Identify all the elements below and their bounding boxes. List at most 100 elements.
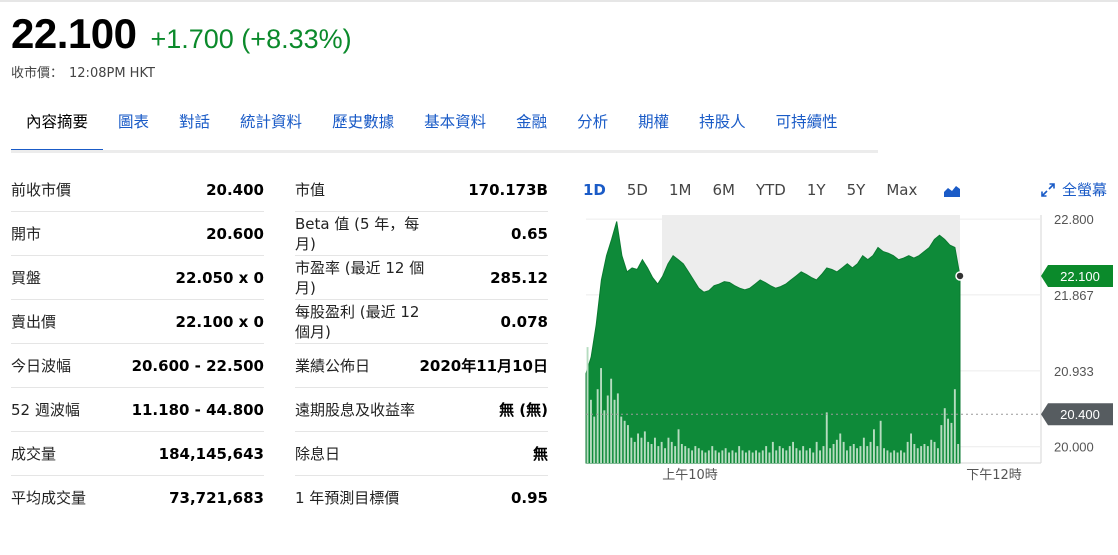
volume-bar bbox=[778, 446, 781, 463]
volume-bar bbox=[758, 452, 761, 463]
volume-bar bbox=[782, 448, 784, 463]
range-6m[interactable]: 6M bbox=[712, 181, 735, 199]
tab-chart[interactable]: 圖表 bbox=[103, 100, 164, 152]
volume-bar bbox=[819, 450, 821, 463]
stat-value: 170.173B bbox=[468, 180, 548, 199]
y-tick-label: 20.000 bbox=[1054, 440, 1094, 455]
volume-bar bbox=[711, 446, 714, 463]
stat-row: 前收市價 20.400 bbox=[11, 168, 264, 212]
stat-row: 今日波幅 20.600 - 22.500 bbox=[11, 344, 264, 388]
volume-bar bbox=[643, 431, 646, 463]
stat-value: 184,145,643 bbox=[158, 444, 264, 463]
volume-bar bbox=[920, 446, 923, 463]
volume-bar bbox=[657, 446, 660, 463]
volume-bar bbox=[596, 389, 599, 463]
y-tick-label: 21.867 bbox=[1054, 288, 1094, 303]
stat-value: 22.100 x 0 bbox=[175, 312, 264, 331]
stat-row: 1 年預測目標價 0.95 bbox=[295, 476, 548, 520]
range-1y[interactable]: 1Y bbox=[807, 181, 826, 199]
tab-analysis[interactable]: 分析 bbox=[562, 100, 623, 152]
stat-value: 73,721,683 bbox=[169, 489, 264, 507]
last-price-dot bbox=[955, 271, 965, 281]
tab-conversations[interactable]: 對話 bbox=[164, 100, 225, 152]
stat-row: 市值 170.173B bbox=[295, 168, 548, 212]
volume-bar bbox=[802, 446, 805, 463]
volume-bar bbox=[745, 452, 747, 463]
fullscreen-label: 全螢幕 bbox=[1062, 181, 1108, 199]
tab-historical-data[interactable]: 歷史數據 bbox=[317, 100, 409, 152]
volume-bar bbox=[869, 441, 872, 463]
stat-row: 賣出價 22.100 x 0 bbox=[11, 300, 264, 344]
range-1m[interactable]: 1M bbox=[669, 181, 692, 199]
mountain-chart-icon[interactable] bbox=[943, 183, 961, 197]
volume-bar bbox=[883, 448, 885, 463]
volume-bar bbox=[738, 446, 741, 463]
volume-bar bbox=[957, 444, 960, 463]
stats-table-left: 前收市價 20.400 開市 20.600 買盤 22.050 x 0 賣出價 22.1… bbox=[11, 168, 264, 520]
stat-label: 成交量 bbox=[11, 444, 57, 463]
volume-bar bbox=[721, 450, 724, 463]
volume-bar bbox=[785, 450, 788, 463]
volume-bar bbox=[771, 441, 774, 463]
volume-bar bbox=[910, 433, 912, 463]
stat-row: 成交量 184,145,643 bbox=[11, 432, 264, 476]
volume-bar bbox=[613, 399, 616, 463]
volume-bar bbox=[825, 412, 828, 463]
volume-bar bbox=[896, 452, 899, 463]
stat-value: 無 (無) bbox=[499, 401, 548, 419]
volume-bar bbox=[839, 433, 842, 463]
stat-label: 遠期股息及收益率 bbox=[295, 400, 416, 419]
tab-options[interactable]: 期權 bbox=[623, 100, 684, 152]
stat-value: 無 bbox=[532, 445, 548, 463]
volume-bar bbox=[707, 450, 710, 463]
volume-bar bbox=[630, 437, 633, 463]
volume-bar bbox=[600, 368, 602, 463]
stat-row: 遠期股息及收益率 無 (無) bbox=[295, 388, 548, 432]
volume-bar bbox=[842, 441, 845, 463]
range-max[interactable]: Max bbox=[886, 181, 917, 199]
tab-summary[interactable]: 內容摘要 bbox=[11, 100, 104, 152]
volume-bar bbox=[606, 395, 609, 463]
y-tick-label: 22.800 bbox=[1054, 212, 1094, 227]
volume-bar bbox=[835, 439, 838, 463]
x-tick-label: 上午10時 bbox=[662, 468, 718, 483]
stat-label: 今日波幅 bbox=[11, 356, 72, 375]
volume-bar bbox=[856, 448, 858, 463]
stat-row: 除息日 無 bbox=[295, 432, 548, 476]
stat-label: 前收市價 bbox=[11, 180, 72, 199]
volume-bar bbox=[859, 446, 862, 463]
volume-bar bbox=[593, 416, 596, 463]
stat-value: 20.600 - 22.500 bbox=[131, 356, 264, 375]
tab-holders[interactable]: 持股人 bbox=[684, 100, 761, 152]
stat-row: 每股盈利 (最近 12 個月) 0.078 bbox=[295, 300, 548, 344]
stat-label: 52 週波幅 bbox=[11, 400, 80, 419]
stat-label: 買盤 bbox=[11, 268, 42, 287]
stat-row: 52 週波幅 11.180 - 44.800 bbox=[11, 388, 264, 432]
volume-bar bbox=[940, 425, 943, 463]
stat-row: Beta 值 (5 年，每月) 0.65 bbox=[295, 212, 548, 256]
volume-bar bbox=[640, 437, 643, 463]
volume-bar bbox=[788, 446, 791, 463]
tab-sustainability[interactable]: 可持續性 bbox=[761, 100, 853, 152]
volume-bar bbox=[903, 452, 906, 463]
volume-bar bbox=[650, 444, 653, 463]
tab-statistics[interactable]: 統計資料 bbox=[225, 100, 317, 152]
range-ytd[interactable]: YTD bbox=[756, 181, 786, 199]
volume-bar bbox=[684, 446, 687, 463]
volume-bar bbox=[873, 429, 875, 463]
range-5y[interactable]: 5Y bbox=[847, 181, 866, 199]
volume-bar bbox=[832, 444, 835, 463]
top-divider bbox=[0, 0, 1118, 2]
stat-row: 平均成交量 73,721,683 bbox=[11, 476, 264, 520]
range-5d[interactable]: 5D bbox=[627, 181, 648, 199]
volume-bar bbox=[765, 446, 768, 463]
fullscreen-button[interactable]: 全螢幕 bbox=[1040, 179, 1107, 200]
stat-value: 285.12 bbox=[490, 268, 548, 287]
range-1d[interactable]: 1D bbox=[583, 181, 606, 199]
volume-bar bbox=[805, 450, 808, 463]
tab-financials[interactable]: 金融 bbox=[501, 100, 562, 152]
price-change: +1.700 (+8.33%) bbox=[150, 24, 352, 54]
stat-value: 0.95 bbox=[510, 489, 548, 507]
volume-bar bbox=[809, 448, 811, 463]
tab-profile[interactable]: 基本資料 bbox=[409, 100, 501, 152]
